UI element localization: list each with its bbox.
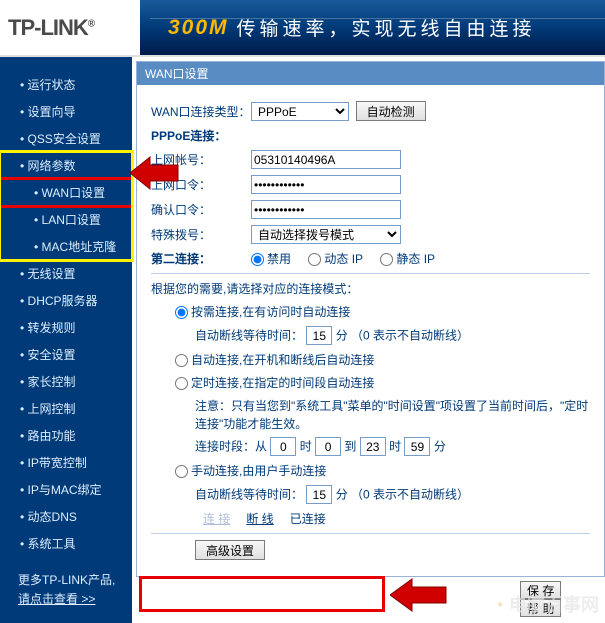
mode-auto[interactable]: 自动连接,在开机和断线后自动连接	[175, 351, 374, 368]
connect-button[interactable]: 连 接	[195, 510, 238, 527]
mode-timed-range: 连接时段：从 时 到 时 分	[195, 437, 590, 456]
sidebar-item-security[interactable]: 安全设置	[0, 341, 132, 368]
sidebar-item-lan[interactable]: LAN口设置	[0, 206, 132, 233]
conn-type-select[interactable]: PPPoE	[251, 102, 349, 121]
sidebar-footer-line1: 更多TP-LINK产品,	[18, 571, 132, 590]
user-input[interactable]	[251, 150, 401, 169]
special-select[interactable]: 自动选择拨号模式	[251, 225, 401, 244]
panel-title: WAN口设置	[137, 62, 604, 85]
mode-hint: 根据您的需要,请选择对应的连接模式：	[151, 280, 358, 297]
advanced-button[interactable]: 高级设置	[195, 540, 265, 560]
second-opt-static[interactable]: 静态 IP	[380, 252, 435, 266]
manual-idle-input[interactable]	[306, 485, 332, 504]
mode-manual-sub: 自动断线等待时间： 分 （0 表示不自动断线）	[195, 485, 590, 504]
auto-detect-button[interactable]: 自动检测	[356, 101, 426, 121]
second-label: 第二连接：	[151, 250, 251, 267]
sidebar-item-mac[interactable]: MAC地址克隆	[0, 233, 132, 260]
sidebar-item-bandwidth[interactable]: IP带宽控制	[0, 449, 132, 476]
confirm-label: 确认口令：	[151, 201, 251, 218]
sidebar-footer: 更多TP-LINK产品, 请点击查看 >>	[0, 557, 132, 609]
help-button[interactable]: 帮 助	[520, 599, 561, 617]
annotation-arrow-wan	[130, 155, 180, 191]
sidebar-item-network[interactable]: 网络参数	[0, 152, 132, 179]
second-conn-group: 禁用 动态 IP 静态 IP	[251, 250, 449, 267]
mode-ondemand[interactable]: 按需连接,在有访问时自动连接	[175, 303, 350, 320]
mode-timed[interactable]: 定时连接,在指定的时间段自动连接	[175, 374, 374, 391]
second-opt-dhcp[interactable]: 动态 IP	[308, 252, 363, 266]
banner-speed: 300M	[168, 16, 229, 40]
sidebar-item-routing[interactable]: 路由功能	[0, 422, 132, 449]
mode-ondemand-sub: 自动断线等待时间： 分 （0 表示不自动断线）	[195, 326, 590, 345]
sidebar-item-ddns[interactable]: 动态DNS	[0, 503, 132, 530]
timed-from-m[interactable]	[315, 437, 341, 456]
sidebar-item-access[interactable]: 上网控制	[0, 395, 132, 422]
annotation-box-advanced	[142, 579, 382, 609]
sidebar: 运行状态 设置向导 QSS安全设置 网络参数 WAN口设置 LAN口设置 MAC…	[0, 57, 132, 623]
sidebar-item-ipmac[interactable]: IP与MAC绑定	[0, 476, 132, 503]
mode-manual[interactable]: 手动连接,由用户手动连接	[175, 462, 326, 479]
timed-to-m[interactable]	[404, 437, 430, 456]
conn-status: 已连接	[290, 510, 326, 527]
sidebar-more-link[interactable]: 查看	[54, 592, 78, 606]
sidebar-item-qss[interactable]: QSS安全设置	[0, 125, 132, 152]
header: TP-LINK® 300M 传输速率，实现无线自由连接	[0, 0, 605, 57]
banner: 300M 传输速率，实现无线自由连接	[140, 0, 605, 55]
annotation-arrow-advanced	[390, 577, 448, 613]
logo-text: TP-LINK®	[8, 15, 94, 41]
sidebar-item-status[interactable]: 运行状态	[0, 71, 132, 98]
save-button[interactable]: 保 存	[520, 581, 561, 599]
pass-input[interactable]	[251, 175, 401, 194]
disconnect-button[interactable]: 断 线	[238, 510, 281, 527]
timed-from-h[interactable]	[270, 437, 296, 456]
sidebar-item-wizard[interactable]: 设置向导	[0, 98, 132, 125]
wan-panel: WAN口设置 WAN口连接类型： PPPoE 自动检测 PPPoE连接： 上网帐…	[136, 61, 605, 577]
special-label: 特殊拨号：	[151, 226, 251, 243]
timed-to-h[interactable]	[360, 437, 386, 456]
sidebar-item-wan[interactable]: WAN口设置	[0, 179, 132, 206]
sidebar-item-dhcp[interactable]: DHCP服务器	[0, 287, 132, 314]
sidebar-item-wireless[interactable]: 无线设置	[0, 260, 132, 287]
pppoe-label: PPPoE连接：	[151, 127, 226, 144]
mode-timed-note: 注意：只有当您到"系统工具"菜单的"时间设置"项设置了当前时间后，"定时连接"功…	[195, 397, 590, 433]
sidebar-item-system[interactable]: 系统工具	[0, 530, 132, 557]
second-opt-disable[interactable]: 禁用	[251, 252, 291, 266]
highlight-wan: WAN口设置	[0, 179, 132, 206]
sidebar-footer-line2: 请点击查看 >>	[18, 590, 132, 609]
content: WAN口设置 WAN口连接类型： PPPoE 自动检测 PPPoE连接： 上网帐…	[132, 57, 605, 623]
highlight-network-group: 网络参数 WAN口设置 LAN口设置 MAC地址克隆	[0, 152, 132, 260]
confirm-input[interactable]	[251, 200, 401, 219]
sidebar-item-parental[interactable]: 家长控制	[0, 368, 132, 395]
sidebar-item-forward[interactable]: 转发规则	[0, 314, 132, 341]
ondemand-idle-input[interactable]	[306, 326, 332, 345]
conn-type-label: WAN口连接类型：	[151, 103, 251, 120]
logo-area: TP-LINK®	[0, 0, 140, 55]
